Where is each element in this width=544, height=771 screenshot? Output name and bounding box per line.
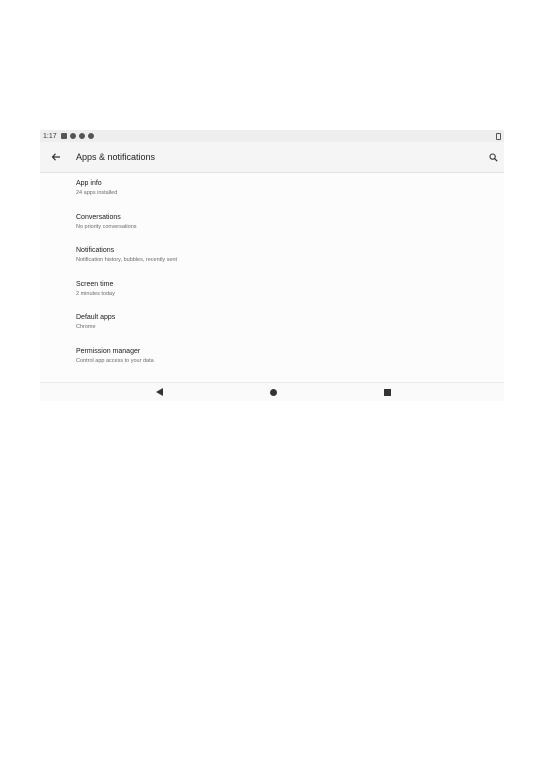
app-bar: Apps & notifications [40,142,504,173]
list-item-screen-time[interactable]: Screen time 2 minutes today [40,274,504,308]
notification-icon [69,133,76,139]
list-item-permission-manager[interactable]: Permission manager Control app access to… [40,341,504,375]
list-item-subtitle: Chrome [76,324,96,330]
list-item-conversations[interactable]: Conversations No priority conversations [40,207,504,241]
list-item-subtitle: 24 apps installed [76,190,118,196]
list-item-subtitle: No priority conversations [76,223,137,230]
list-item-title: App info [76,180,102,187]
status-time: 1:17 [43,132,57,140]
circle-home-icon[interactable] [268,387,278,397]
square-recents-icon[interactable] [382,387,392,397]
list-item-title: Screen time [76,280,114,288]
navigation-bar [40,382,504,401]
list-item-title: Permission manager [76,347,141,355]
search-icon[interactable] [486,150,500,164]
triangle-back-icon[interactable] [154,387,164,397]
settings-list: App info 24 apps installed Conversations… [40,173,504,374]
arrow-left-icon[interactable] [46,147,66,167]
list-item-app-info[interactable]: App info 24 apps installed [40,173,504,207]
sync-icon [87,133,94,139]
sim-icon [60,133,67,139]
device-screen: 1:17 Apps & notifications App info 24 ap… [40,130,504,401]
list-item-title: Notifications [76,247,115,254]
list-item-notifications[interactable]: Notifications Notification history, bubb… [40,240,504,274]
list-item-default-apps[interactable]: Default apps Chrome [40,307,504,341]
page-title: Apps & notifications [76,152,156,162]
page: 1:17 Apps & notifications App info 24 ap… [0,0,544,771]
list-item-title: Default apps [76,314,116,321]
status-bar: 1:17 [40,130,504,142]
list-item-subtitle: 2 minutes today [76,290,115,297]
list-item-subtitle: Control app access to your data [76,357,154,364]
battery-icon [496,132,501,140]
settings-icon [78,133,85,139]
list-item-title: Conversations [76,213,121,221]
list-item-subtitle: Notification history, bubbles, recently … [76,257,178,263]
